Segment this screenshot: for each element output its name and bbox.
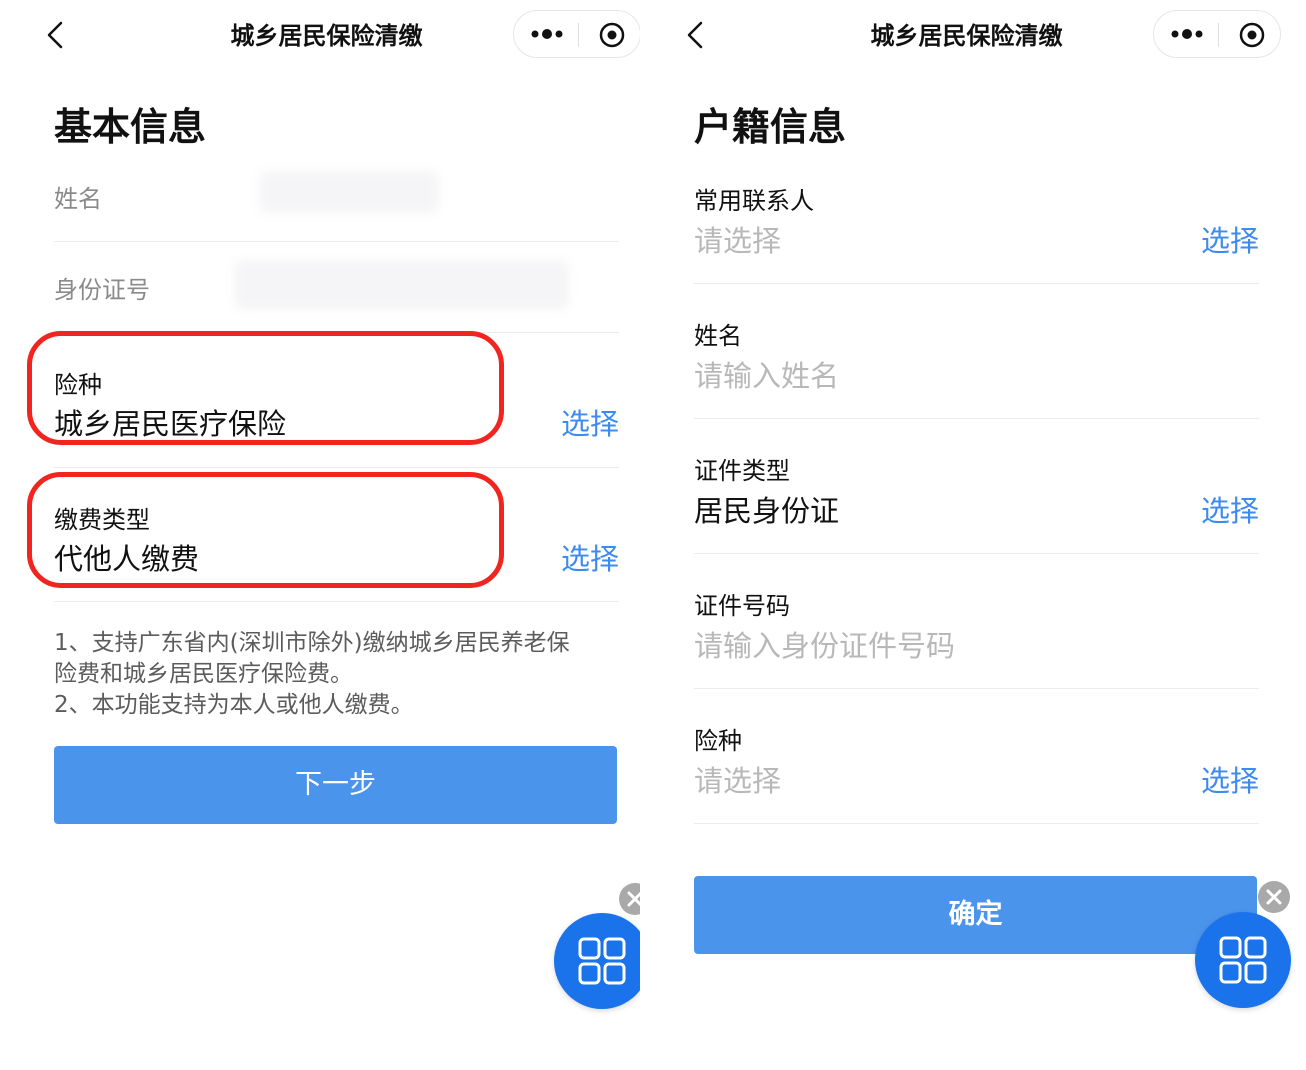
capsule-divider	[1218, 23, 1219, 47]
floating-menu-button[interactable]	[1195, 912, 1291, 1008]
name-label: 姓名	[694, 322, 742, 350]
grid-menu-icon	[1219, 936, 1267, 984]
id-type-label: 证件类型	[694, 457, 790, 485]
payment-type-select[interactable]: 选择	[561, 536, 619, 578]
note-line: 1、支持广东省内(深圳市除外)缴纳城乡居民养老保	[54, 630, 570, 656]
contact-label: 常用联系人	[694, 187, 814, 215]
insurance-type-highlight	[27, 331, 504, 445]
floating-menu-button[interactable]	[554, 913, 650, 1009]
next-step-button[interactable]: 下一步	[54, 746, 617, 824]
section-title: 户籍信息	[694, 105, 847, 149]
confirm-button[interactable]: 确定	[694, 876, 1257, 954]
grid-menu-icon	[578, 937, 626, 985]
nav-bar: 城乡居民保险清缴	[640, 0, 1293, 70]
id-type-row[interactable]: 证件类型 居民身份证 选择	[694, 419, 1259, 554]
id-number-input[interactable]: 请输入身份证件号码	[694, 623, 955, 665]
insurance-type-row[interactable]: 险种 请选择 选择	[694, 689, 1259, 824]
id-number-row[interactable]: 证件号码 请输入身份证件号码	[694, 554, 1259, 689]
name-row[interactable]: 姓名	[54, 165, 619, 242]
mini-program-capsule	[513, 10, 641, 58]
insurance-type-select[interactable]: 选择	[561, 401, 619, 443]
more-dots-icon[interactable]	[524, 17, 570, 51]
insurance-type-label: 险种	[694, 727, 742, 755]
insurance-type-placeholder: 请选择	[694, 764, 782, 798]
close-target-icon[interactable]	[1234, 17, 1270, 53]
contact-row[interactable]: 常用联系人 请选择 选择	[694, 163, 1259, 284]
name-value-blurred	[259, 171, 439, 213]
nav-bar: 城乡居民保险清缴	[0, 0, 653, 70]
capsule-divider	[578, 23, 579, 47]
name-input[interactable]: 请输入姓名	[694, 353, 839, 395]
section-title: 基本信息	[54, 105, 207, 149]
contact-placeholder: 请选择	[694, 224, 782, 258]
note-line: 险费和城乡居民医疗保险费。	[54, 661, 353, 687]
insurance-type-select[interactable]: 选择	[1201, 758, 1259, 800]
contact-select[interactable]: 选择	[1201, 218, 1259, 260]
left-screen: 城乡居民保险清缴 基本信息 姓名 身份证号 险种 城乡居民医疗保险 选择 缴费类…	[0, 0, 653, 1070]
name-row[interactable]: 姓名 请输入姓名	[694, 284, 1259, 419]
id-type-value: 居民身份证	[694, 494, 840, 528]
payment-type-highlight	[27, 472, 504, 588]
close-target-icon[interactable]	[594, 17, 630, 53]
id-number-row[interactable]: 身份证号	[54, 242, 619, 333]
note-line: 2、本功能支持为本人或他人缴费。	[54, 692, 414, 718]
more-dots-icon[interactable]	[1164, 17, 1210, 51]
id-number-label: 身份证号	[54, 276, 150, 304]
right-screen: 城乡居民保险清缴 户籍信息 常用联系人 请选择 选择 姓名 请输入姓名 证件类型…	[640, 0, 1293, 1070]
name-label: 姓名	[54, 185, 102, 213]
id-number-value-blurred	[234, 260, 569, 310]
close-circle-icon[interactable]	[1258, 881, 1290, 913]
mini-program-capsule	[1153, 10, 1281, 58]
id-type-select[interactable]: 选择	[1201, 488, 1259, 530]
notes: 1、支持广东省内(深圳市除外)缴纳城乡居民养老保 险费和城乡居民医疗保险费。 2…	[54, 628, 619, 721]
id-number-label: 证件号码	[694, 592, 790, 620]
